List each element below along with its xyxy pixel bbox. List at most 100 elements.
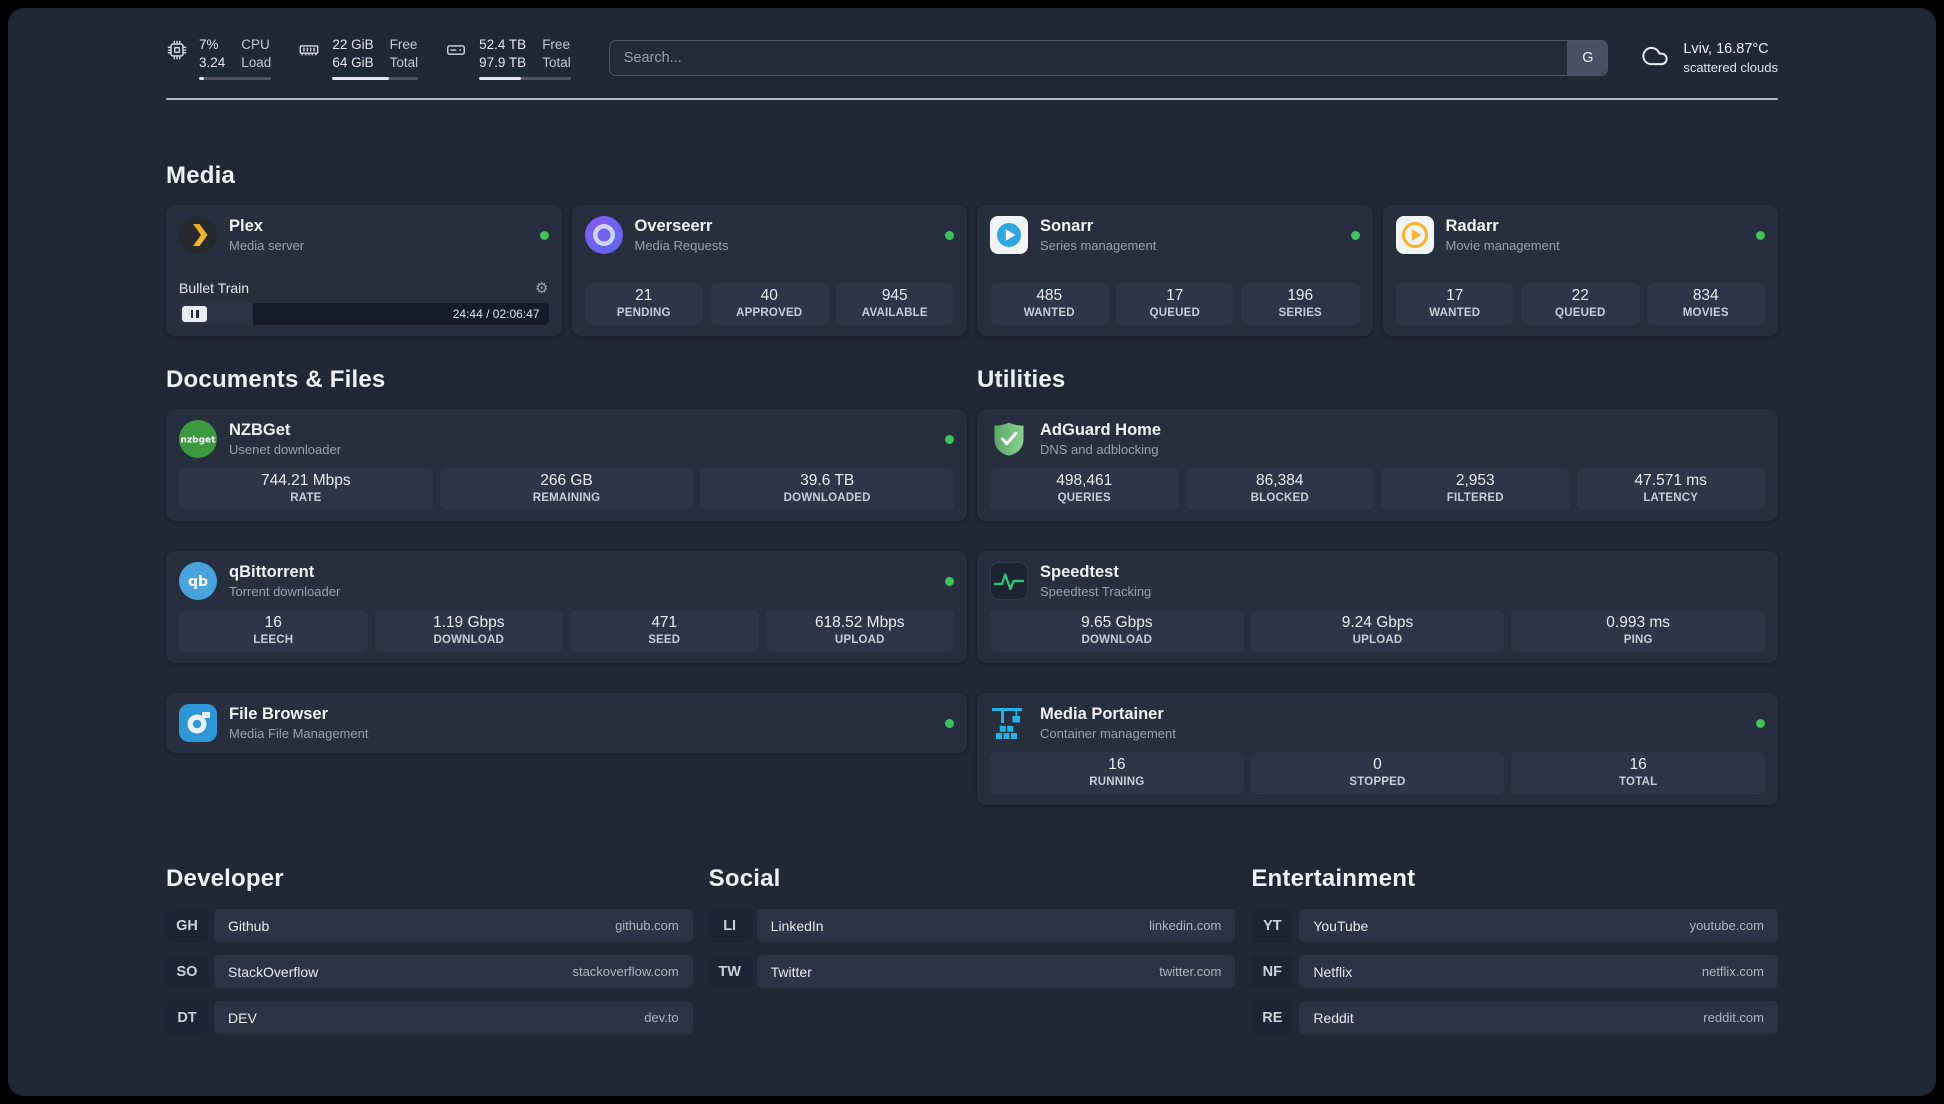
stat-value: 266 GB	[540, 472, 593, 490]
ram-usage-bar	[332, 77, 419, 81]
stat-value: 196	[1287, 287, 1314, 305]
stat-tiles: 485 WANTED 17 QUEUED 196 SERIES	[990, 283, 1360, 326]
stat-label: QUERIES	[1057, 492, 1111, 505]
bookmark-dev[interactable]: DT DEV dev.to	[166, 1001, 693, 1035]
section-entertainment: Entertainment YT YouTube youtube.com NF …	[1251, 865, 1778, 1035]
stat-tile: 9.65 Gbps DOWNLOAD	[990, 610, 1244, 653]
weather-condition: scattered clouds	[1683, 60, 1778, 76]
section-utilities: Utilities AdGuard Home DNS and adblockin…	[977, 366, 1778, 806]
app-card-nzbget[interactable]: nzbget NZBGet Usenet downloader 744.21 M…	[166, 409, 967, 522]
portainer-icon	[990, 704, 1028, 742]
bookmark-twitter[interactable]: TW Twitter twitter.com	[708, 955, 1236, 989]
app-name: Plex	[229, 217, 263, 236]
stat-value: 16	[1629, 756, 1647, 774]
app-card-plex[interactable]: Plex Media server Bullet Train ⚙ 24:44 /…	[166, 205, 562, 337]
cloud-icon	[1638, 42, 1672, 75]
app-name: Speedtest	[1040, 563, 1119, 582]
stat-label: QUEUED	[1149, 307, 1200, 320]
stat-value: 485	[1036, 287, 1063, 305]
stat-tile: 9.24 Gbps UPLOAD	[1250, 610, 1505, 653]
stat-tile: 618.52 Mbps UPLOAD	[765, 610, 954, 653]
stat-value: 86,384	[1256, 472, 1304, 490]
app-card-radarr[interactable]: Radarr Movie management 17 WANTED 22 QUE…	[1382, 205, 1778, 337]
filebrowser-icon	[179, 704, 217, 743]
stat-tile: 16 LEECH	[179, 610, 368, 653]
bookmark-name: StackOverflow	[228, 963, 319, 980]
cpu-icon	[166, 36, 188, 80]
weather-widget: Lviv, 16.87°C scattered clouds	[1638, 40, 1778, 77]
app-card-sonarr[interactable]: Sonarr Series management 485 WANTED 17 Q…	[977, 205, 1373, 337]
media-progress-bar[interactable]: 24:44 / 02:06:47	[179, 303, 549, 326]
disk-free-value: 52.4 TB	[479, 37, 527, 52]
app-card-speedtest[interactable]: Speedtest Speedtest Tracking 9.65 Gbps D…	[977, 551, 1778, 664]
app-subtitle: Media server	[229, 238, 305, 254]
bookmark-linkedin[interactable]: LI LinkedIn linkedin.com	[708, 909, 1236, 943]
stat-tiles: 21 PENDING 40 APPROVED 945 AVAILABLE	[584, 283, 954, 326]
stat-value: 9.65 Gbps	[1081, 614, 1153, 632]
search-bar: G	[608, 40, 1609, 77]
stat-tile: 22 QUEUED	[1521, 283, 1640, 326]
bookmark-abbr: YT	[1251, 909, 1294, 943]
ram-icon	[297, 36, 321, 80]
search-input[interactable]	[609, 41, 1568, 76]
cpu-load-value: 3.24	[199, 55, 226, 71]
stat-tile: 40 APPROVED	[710, 283, 829, 326]
app-card-filebrowser[interactable]: File Browser Media File Management	[166, 693, 967, 754]
app-card-portainer[interactable]: Media Portainer Container management 16 …	[977, 693, 1778, 806]
app-status-dot	[945, 718, 954, 728]
disk-metric: 52.4 TB 97.9 TB Free Total	[444, 36, 571, 81]
stat-label: WANTED	[1429, 307, 1481, 320]
speedtest-icon	[990, 562, 1028, 601]
bookmark-abbr: NF	[1251, 955, 1294, 989]
search-engine-button[interactable]: G	[1567, 41, 1608, 76]
stat-value: 21	[635, 287, 653, 305]
bookmark-github[interactable]: GH Github github.com	[166, 909, 693, 943]
app-subtitle: Speedtest Tracking	[1040, 584, 1152, 600]
stat-label: RATE	[290, 492, 322, 505]
stat-tiles: 16 LEECH 1.19 Gbps DOWNLOAD 471 SEED 618…	[179, 610, 954, 653]
adguard-icon	[990, 420, 1028, 458]
app-status-dot	[539, 230, 549, 240]
app-card-adguard[interactable]: AdGuard Home DNS and adblocking 498,461 …	[977, 409, 1778, 522]
disk-usage-bar	[479, 77, 571, 81]
bookmark-youtube[interactable]: YT YouTube youtube.com	[1251, 909, 1778, 943]
stat-tile: 39.6 TB DOWNLOADED	[700, 468, 954, 511]
app-subtitle: Torrent downloader	[229, 584, 341, 600]
bookmark-stackoverflow[interactable]: SO StackOverflow stackoverflow.com	[166, 955, 693, 989]
section-title-utilities: Utilities	[977, 366, 1066, 394]
stat-tile: 945 AVAILABLE	[835, 283, 954, 326]
cpu-label-bottom: Load	[241, 55, 272, 71]
bookmark-url: dev.to	[644, 1010, 679, 1026]
section-title-documents: Documents & Files	[166, 366, 386, 394]
stat-label: LEECH	[253, 634, 294, 647]
app-card-overseerr[interactable]: Overseerr Media Requests 21 PENDING 40 A…	[571, 205, 967, 337]
ram-free-value: 22 GiB	[332, 37, 374, 52]
bookmark-name: Reddit	[1313, 1009, 1354, 1026]
cpu-metric: 7% 3.24 CPU Load	[166, 36, 272, 81]
stat-label: STOPPED	[1349, 776, 1406, 789]
stat-tiles: 16 RUNNING 0 STOPPED 16 TOTAL	[990, 752, 1765, 795]
bookmark-url: twitter.com	[1159, 964, 1222, 980]
stat-value: 16	[264, 614, 282, 632]
gear-icon[interactable]: ⚙	[535, 281, 548, 296]
stat-tiles: 498,461 QUERIES 86,384 BLOCKED 2,953 FIL…	[990, 468, 1765, 511]
bookmark-abbr: GH	[166, 909, 208, 943]
section-title-social: Social	[708, 865, 781, 893]
bookmark-reddit[interactable]: RE Reddit reddit.com	[1251, 1001, 1778, 1035]
stat-label: QUEUED	[1555, 307, 1606, 320]
app-status-dot	[945, 576, 954, 586]
stat-tile: 16 TOTAL	[1511, 752, 1765, 795]
disk-label-top: Free	[542, 37, 570, 52]
app-card-qbittorrent[interactable]: qb qBittorrent Torrent downloader 16 LEE…	[166, 551, 967, 664]
stat-value: 1.19 Gbps	[432, 614, 505, 632]
stat-tile: 498,461 QUERIES	[990, 468, 1179, 511]
stat-tile: 266 GB REMAINING	[439, 468, 694, 511]
stat-tile: 744.21 Mbps RATE	[179, 468, 433, 511]
now-playing-title: Bullet Train	[179, 280, 250, 297]
disk-icon	[444, 36, 468, 80]
pause-button[interactable]	[182, 306, 207, 323]
stat-tiles: 17 WANTED 22 QUEUED 834 MOVIES	[1395, 283, 1765, 326]
bookmark-name: LinkedIn	[770, 917, 824, 934]
stat-value: 945	[881, 287, 908, 305]
bookmark-netflix[interactable]: NF Netflix netflix.com	[1251, 955, 1778, 989]
